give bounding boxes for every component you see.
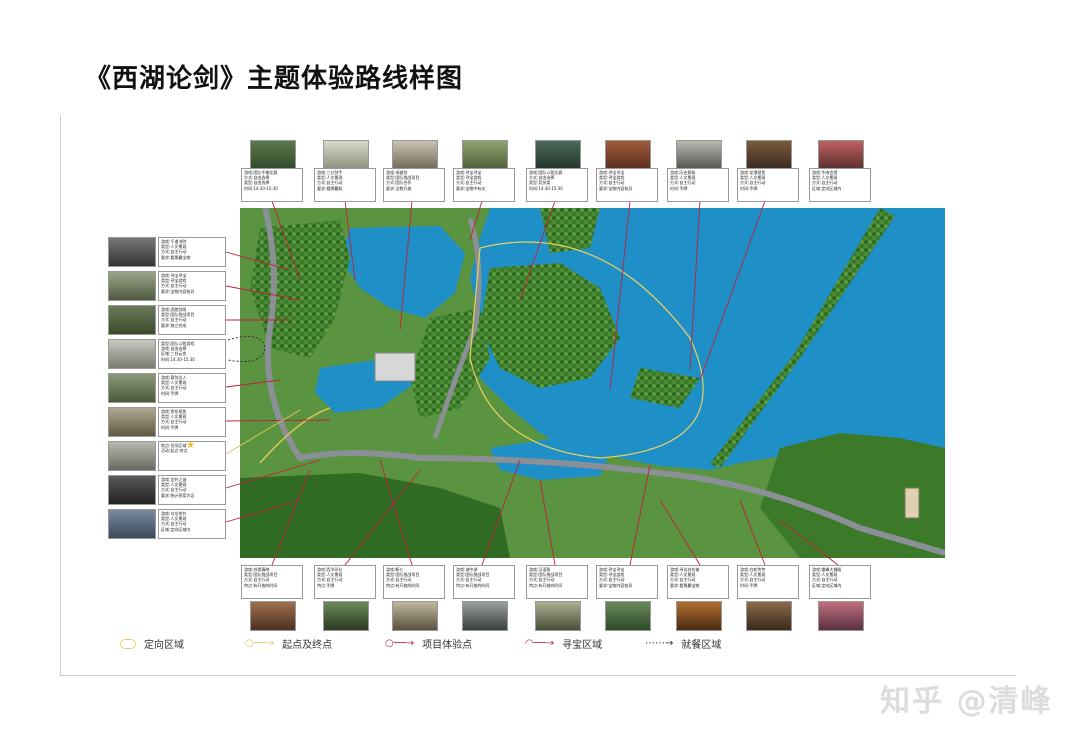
left-card-photo <box>108 305 156 335</box>
legend-label: 起点及终点 <box>282 640 333 651</box>
left-card-start: 地点:岳坟区域 活动:起点·终点 ★ <box>108 440 226 471</box>
top-photo <box>746 140 792 170</box>
bottom-card-text: 游戏:雷峰大佛殿 类型:人文景观 方式:自主行动 区域:定向区域内 <box>809 565 871 599</box>
top-card-text: 游戏:牛肉会馆 类型:人文景观 方式:自主行动 区域:定向区域内 <box>809 168 871 202</box>
dining-area-icon: ⋯⋯→ <box>645 638 674 649</box>
left-card-photo <box>108 441 156 471</box>
left-card-text: 游戏:龙井之谜 类型:人文景观 方式:自主行动 要求:统计答案为证 <box>158 475 226 505</box>
top-photo <box>323 140 369 170</box>
treasure-area-icon: ◠──→ <box>525 638 555 649</box>
top-card-text: 游戏:寻宝寻宝 类型:寻宝游戏 方式:自主行动 要求:宝物内容各异 <box>596 168 658 202</box>
legend-label: 项目体验点 <box>422 640 473 651</box>
top-photo <box>535 140 581 170</box>
left-card-text: 游戏:寻宝寻宝 类型:寻宝游戏 方式:自主行动 要求:宝物内容各异 <box>158 271 226 301</box>
left-card: 游戏:千道书院 类型:人文景观 方式:自主行动 要求:看景赢宝物 <box>108 237 226 267</box>
bottom-card-text: 游戏:西泠印社 类型:人文景观 方式:自主行动 特点:手牌 <box>314 565 376 599</box>
left-card-photo <box>108 237 156 267</box>
legend-dining: ⋯⋯→ 就餐区域 <box>645 636 721 651</box>
start-end-point-icon: ○──→ <box>245 638 275 649</box>
left-card-text: 游戏:虎跑剑阁 类型:团队挑战项目 方式:自主行动 要求:独立完成 <box>158 305 226 335</box>
legend-treasure: ◠──→ 寻宝区域 <box>525 636 602 651</box>
top-card-text: 游戏:历史探秘 类型:人文景观 方式:自主行动 时间:手牌 <box>667 168 729 202</box>
bottom-card-text: 游戏:寻宝寻宝 类型:寻宝游戏 方式:自主行动 要求:宝物内容各异 <box>596 565 658 599</box>
bottom-photo <box>392 601 438 631</box>
bottom-card-text: 游戏:汉语帮 类型:团队挑战项目 方式:自主行动 特点:有开放的时间 <box>526 565 588 599</box>
top-card-text: 游戏:团队牛拳比赛 方式:自由选择 类型:自由选择 时间:14:30-15:30 <box>241 168 303 202</box>
left-card: 类型:团队斗智游戏 游戏:自由选择 区域:三台云舍 时间:14:30-15:30 <box>108 339 226 369</box>
bottom-photo <box>746 601 792 631</box>
left-card: 游戏:虎跑剑阁 类型:团队挑战项目 方式:自主行动 要求:独立完成 <box>108 305 226 335</box>
left-card-text: 游戏:乌龙茶井 类型:人文景观 方式:自主行动 区域:定向区域内 <box>158 509 226 539</box>
orienteering-area-icon <box>120 638 136 649</box>
left-card: 游戏:赏花观鱼 类型:人文景观 方式:自主行动 时间:手牌 <box>108 407 226 437</box>
legend-label: 定向区域 <box>144 640 184 651</box>
bottom-photo <box>250 601 296 631</box>
left-card: 游戏:龙井之谜 类型:人文景观 方式:自主行动 要求:统计答案为证 <box>108 475 226 505</box>
legend-experience: ○──→ 项目体验点 <box>385 636 472 651</box>
bottom-photo <box>818 601 864 631</box>
bottom-card-text: 游戏:白蛇传传 类型:人文景观 方式:自主行动 时间:手牌 <box>737 565 799 599</box>
bottom-photo <box>535 601 581 631</box>
left-card-text: 游戏:千道书院 类型:人文景观 方式:自主行动 要求:看景赢宝物 <box>158 237 226 267</box>
bottom-photo <box>676 601 722 631</box>
bottom-card-text: 游戏:断七 类型:团队挑战项目 方式:自主行动 特点:有开放的时间 <box>383 565 445 599</box>
left-card-text: 游戏:赛剑达人 类型:人文景观 方式:自主行动 时间:手牌 <box>158 373 226 403</box>
top-card-text: 游戏:卓越剑 类型:团队挑战项目 方式:团队合作 要求:全数开放 <box>383 168 445 202</box>
left-card-photo <box>108 509 156 539</box>
top-photo <box>250 140 296 170</box>
legend-orienteering: 定向区域 <box>120 636 184 651</box>
left-card-photo <box>108 339 156 369</box>
top-photo <box>462 140 508 170</box>
top-photo <box>818 140 864 170</box>
bottom-photo <box>323 601 369 631</box>
watermark: 知乎 @清峰 <box>880 684 1053 719</box>
left-card: 游戏:赛剑达人 类型:人文景观 方式:自主行动 时间:手牌 <box>108 373 226 403</box>
bottom-card-text: 游戏:寻访苏东坡 类型:人文景观 方式:自主行动 要求:看景赢宝物 <box>667 565 729 599</box>
top-card-text: 游戏:寻宝寻宝 类型:寻宝游戏 方式:自主行动 要求:宝物中有尖 <box>453 168 515 202</box>
experience-point-icon: ○──→ <box>385 638 415 649</box>
legend-label: 寻宝区域 <box>562 640 603 651</box>
top-photo <box>392 140 438 170</box>
left-card-photo <box>108 475 156 505</box>
left-card-photo <box>108 407 156 437</box>
top-photo <box>676 140 722 170</box>
bottom-card-text: 游戏:苏堤春晓 类型:团队挑战项目 方式:自主行动 特点:有开放的时间 <box>241 565 303 599</box>
left-card: 游戏:乌龙茶井 类型:人文景观 方式:自主行动 区域:定向区域内 <box>108 509 226 539</box>
top-card-text: 游戏:三分剑手 类型:人文景观 方式:自主行动 要求:看牌赢取 <box>314 168 376 202</box>
top-card-text: 游戏:团队斗智比赛 方式:自由选择 类型:竞技类 时间:14:30-15:30 <box>526 168 588 202</box>
top-photo <box>605 140 651 170</box>
left-card-photo <box>108 271 156 301</box>
left-card-text: 类型:团队斗智游戏 游戏:自由选择 区域:三台云舍 时间:14:30-15:30 <box>158 339 226 369</box>
star-icon: ★ <box>186 440 195 451</box>
bottom-card-text: 游戏:湖中湖 类型:团队挑战项目 方式:自主行动 特点:有开放的时间 <box>453 565 515 599</box>
left-card: 游戏:寻宝寻宝 类型:寻宝游戏 方式:自主行动 要求:宝物内容各异 <box>108 271 226 301</box>
left-card-text: 游戏:赏花观鱼 类型:人文景观 方式:自主行动 时间:手牌 <box>158 407 226 437</box>
left-card-photo <box>108 373 156 403</box>
top-card-text: 游戏:花港观鱼 类型:人文景观 方式:自主行动 时间:手牌 <box>737 168 799 202</box>
legend-label: 就餐区域 <box>681 640 722 651</box>
legend-start-end: ○──→ 起点及终点 <box>245 636 332 651</box>
bottom-photo <box>605 601 651 631</box>
bottom-photo <box>462 601 508 631</box>
